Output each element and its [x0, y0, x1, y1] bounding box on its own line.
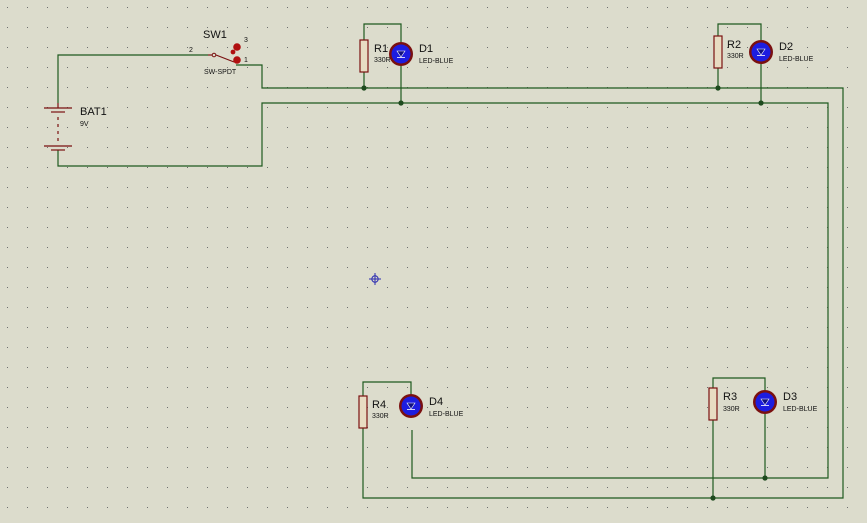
led-value-label: LED-BLUE: [429, 411, 464, 418]
resistor-ref-label: R3: [723, 391, 737, 403]
resistor-icon: [359, 39, 369, 73]
switch-pin-a: 3: [244, 37, 248, 44]
junction-dot: [758, 100, 764, 106]
resistor-icon: [713, 35, 723, 69]
battery-ref-label: BAT1: [80, 106, 107, 118]
led-ref-label: D1: [419, 43, 433, 55]
resistor-ref-label: R4: [372, 399, 386, 411]
resistor-value-label: 330R: [723, 406, 740, 413]
resistor-ref-label: R2: [727, 39, 741, 51]
junction-dot: [762, 475, 768, 481]
junction-dot: [361, 85, 367, 91]
battery-value-label: 9V: [80, 121, 89, 128]
switch-contact-a: [233, 43, 241, 51]
schematic-canvas[interactable]: BAT1 9V SW1 SW-SPDT 2 3 1 R1 330R D1 LED…: [0, 0, 867, 523]
resistor-value-label: 330R: [727, 53, 744, 60]
led-ref-label: D4: [429, 396, 443, 408]
switch-pin-common: 2: [189, 47, 193, 54]
switch-type-label: SW-SPDT: [204, 69, 237, 76]
led-ref-label: D2: [779, 41, 793, 53]
switch-pin-b: 1: [244, 57, 248, 64]
resistor-icon: [708, 387, 718, 421]
led-value-label: LED-BLUE: [783, 406, 818, 413]
junction-dot: [398, 100, 404, 106]
led-ref-label: D3: [783, 391, 797, 403]
junction-dot: [715, 85, 721, 91]
led-value-label: LED-BLUE: [779, 56, 814, 63]
resistor-value-label: 330R: [374, 57, 391, 64]
resistor-ref-label: R1: [374, 43, 388, 55]
resistor-icon: [358, 395, 368, 429]
resistor-value-label: 330R: [372, 413, 389, 420]
junction-dot: [710, 495, 716, 501]
led-value-label: LED-BLUE: [419, 58, 454, 65]
switch-contact-c: [230, 49, 236, 55]
grid-dots: [0, 0, 867, 523]
switch-contact-b: [233, 56, 241, 64]
switch-ref-label: SW1: [203, 29, 227, 41]
